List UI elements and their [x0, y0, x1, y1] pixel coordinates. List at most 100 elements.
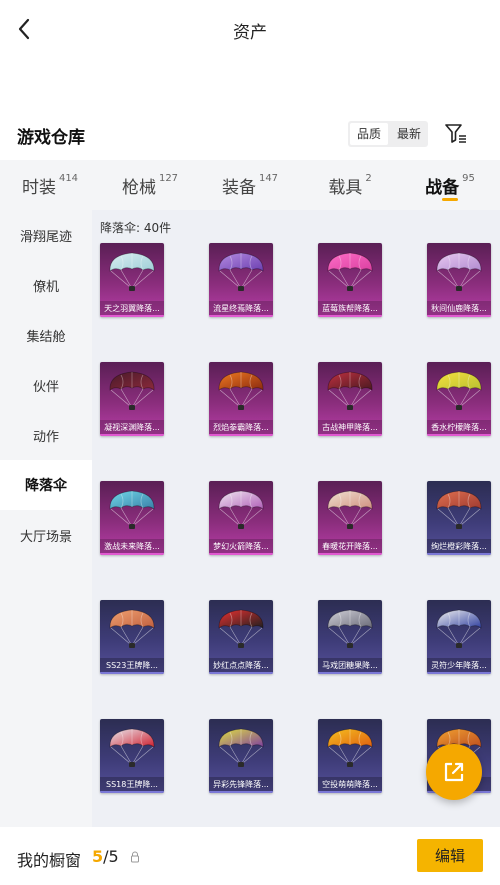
parachute-icon — [109, 252, 155, 291]
tab-vehicles[interactable]: 载具 2 — [300, 160, 400, 210]
parachute-thumbnail — [427, 481, 491, 537]
parachute-item-card[interactable]: 激战未来降落... — [100, 481, 164, 555]
parachute-item-card[interactable]: 梦幻火箭降落... — [209, 481, 273, 555]
warehouse-header: 游戏仓库 品质 最新 — [0, 115, 500, 155]
parachute-icon — [109, 609, 155, 648]
rarity-bar — [209, 791, 273, 793]
parachute-item-card[interactable]: SS18王牌降... — [100, 719, 164, 793]
bottom-bar: 我的橱窗 5/5 编辑 — [0, 827, 500, 885]
edit-button[interactable]: 编辑 — [417, 839, 483, 872]
parachute-item-card[interactable]: 凝视深渊降落... — [100, 362, 164, 436]
share-button[interactable] — [426, 744, 482, 800]
warehouse-title: 游戏仓库 — [17, 128, 85, 148]
rarity-bar — [427, 434, 491, 436]
parachute-icon — [218, 371, 264, 410]
section-count-label: 降落伞: 40件 — [100, 221, 172, 235]
parachute-icon — [436, 252, 482, 291]
rarity-bar — [209, 315, 273, 317]
parachute-thumbnail — [427, 362, 491, 418]
sort-option-newest[interactable]: 最新 — [390, 121, 428, 147]
parachute-thumbnail — [318, 243, 382, 299]
rarity-bar — [100, 553, 164, 555]
tab-equipment[interactable]: 装备 147 — [200, 160, 300, 210]
sidebar-item-emote[interactable]: 动作 — [0, 410, 92, 460]
sidebar-item-parachute[interactable]: 降落伞 — [0, 460, 92, 510]
parachute-thumbnail — [318, 719, 382, 775]
parachute-thumbnail — [427, 243, 491, 299]
rarity-bar — [318, 315, 382, 317]
rarity-bar — [209, 553, 273, 555]
parachute-icon — [436, 609, 482, 648]
parachute-item-card[interactable]: 空投萌萌降落... — [318, 719, 382, 793]
tab-weapons[interactable]: 枪械 127 — [100, 160, 200, 210]
parachute-icon — [109, 490, 155, 529]
app-root: 资产 游戏仓库 品质 最新 时装 414 枪械 127 装备 147 载具 2 … — [0, 0, 500, 885]
parachute-item-card[interactable]: SS23王牌降... — [100, 600, 164, 674]
parachute-item-card[interactable]: 春暖花开降落... — [318, 481, 382, 555]
category-tabs: 时装 414 枪械 127 装备 147 载具 2 战备 95 — [0, 160, 500, 210]
lock-icon — [131, 851, 139, 863]
parachute-icon — [327, 490, 373, 529]
sidebar-item-companion[interactable]: 伙伴 — [0, 360, 92, 410]
parachute-thumbnail — [100, 362, 164, 418]
parachute-item-card[interactable]: 灵符少年降落... — [427, 600, 491, 674]
parachute-thumbnail — [100, 719, 164, 775]
rarity-bar — [427, 672, 491, 674]
share-external-icon — [444, 762, 464, 782]
parachute-thumbnail — [318, 362, 382, 418]
parachute-icon — [436, 371, 482, 410]
sort-toggle: 品质 最新 — [348, 121, 429, 147]
tab-count: 127 — [158, 172, 179, 184]
sidebar-item-lobby-scene[interactable]: 大厅场景 — [0, 510, 92, 560]
tab-battle-gear[interactable]: 战备 95 — [400, 160, 500, 210]
parachute-item-card[interactable]: 烈焰拳霸降落... — [209, 362, 273, 436]
parachute-item-card[interactable]: 妙红点点降落... — [209, 600, 273, 674]
rarity-bar — [318, 553, 382, 555]
parachute-item-card[interactable]: 绚烂橙彩降落... — [427, 481, 491, 555]
parachute-thumbnail — [427, 600, 491, 656]
filter-button[interactable] — [443, 121, 469, 147]
tab-count: 414 — [58, 172, 79, 184]
sidebar-item-wingman[interactable]: 僚机 — [0, 260, 92, 310]
tab-label: 装备 — [221, 177, 256, 198]
sidebar-item-glide-trail[interactable]: 滑翔尾迹 — [0, 210, 92, 260]
parachute-item-card[interactable]: 异彩先锋降落... — [209, 719, 273, 793]
filter-list-icon — [445, 124, 466, 143]
parachute-icon — [327, 252, 373, 291]
parachute-thumbnail — [100, 600, 164, 656]
parachute-item-card[interactable]: 古战神甲降落... — [318, 362, 382, 436]
parachute-item-card[interactable]: 马戏团糖果降... — [318, 600, 382, 674]
tab-fashion[interactable]: 时装 414 — [0, 160, 100, 210]
rarity-bar — [318, 791, 382, 793]
parachute-item-card[interactable]: 秋间仙鹿降落... — [427, 243, 491, 317]
tab-label: 战备 — [425, 177, 460, 198]
parachute-item-card[interactable]: 香水柠檬降落... — [427, 362, 491, 436]
parachute-icon — [218, 490, 264, 529]
showcase-current: 5 — [92, 847, 104, 866]
tab-count: 95 — [462, 172, 475, 184]
item-grid-area: 降落伞: 40件 天之羽翼降落... 流星终焉降落... 蓝莓族帮降落... 秋间仙鹿… — [92, 210, 500, 827]
parachute-thumbnail — [318, 481, 382, 537]
showcase-total: /5 — [103, 847, 119, 866]
parachute-item-card[interactable]: 流星终焉降落... — [209, 243, 273, 317]
parachute-icon — [218, 252, 264, 291]
parachute-thumbnail — [209, 481, 273, 537]
rarity-bar — [209, 434, 273, 436]
parachute-item-card[interactable]: 蓝莓族帮降落... — [318, 243, 382, 317]
tab-count: 2 — [365, 172, 372, 184]
tab-label: 枪械 — [121, 177, 156, 198]
parachute-icon — [327, 728, 373, 767]
parachute-icon — [327, 609, 373, 648]
rarity-bar — [100, 791, 164, 793]
page-title: 资产 — [233, 23, 267, 43]
parachute-thumbnail — [209, 243, 273, 299]
sidebar-item-assembly-pod[interactable]: 集结舱 — [0, 310, 92, 360]
tab-count: 147 — [258, 172, 279, 184]
parachute-item-card[interactable]: 天之羽翼降落... — [100, 243, 164, 317]
tab-label: 时装 — [21, 177, 56, 198]
rarity-bar — [209, 672, 273, 674]
sort-option-quality[interactable]: 品质 — [350, 123, 389, 145]
parachute-thumbnail — [318, 600, 382, 656]
parachute-icon — [327, 371, 373, 410]
parachute-thumbnail — [209, 719, 273, 775]
